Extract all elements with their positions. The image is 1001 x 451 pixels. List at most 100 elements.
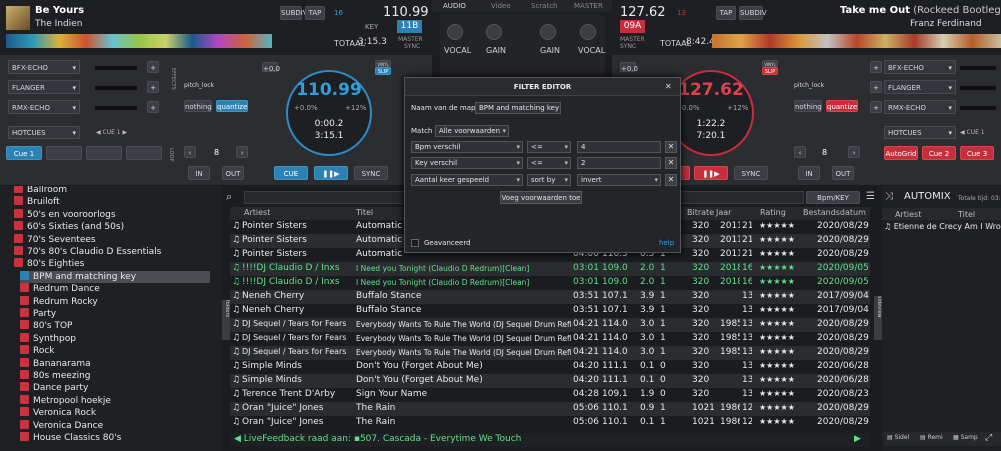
rule3-field-select[interactable]: Aantal keer gespeeld ▾ (411, 174, 523, 186)
rule2-field-select[interactable]: Key verschil ▾ (411, 157, 523, 169)
right-waveform[interactable] (712, 34, 1001, 48)
left-loop-out-button[interactable]: OUT (222, 166, 244, 180)
tree-item[interactable]: 80's Eighties (14, 258, 84, 270)
automix-tab-sampler[interactable]: ▦ Samp (953, 434, 978, 441)
left-hotcues-select[interactable]: HOTCUES ▾ (8, 126, 80, 139)
gain-right-knob[interactable] (540, 24, 556, 40)
livefeedback-next-icon[interactable]: ▶ (854, 434, 861, 444)
help-link[interactable]: help (659, 239, 674, 247)
bpm-key-button[interactable]: Bpm/KEY (806, 191, 860, 204)
name-input[interactable]: BPM and matching key (475, 102, 561, 114)
table-row[interactable]: ♫ Terence Trent D'Arby Sign Your Name 04:28… (230, 388, 870, 402)
tree-item[interactable]: 70's 80's Claudio D Essentials (14, 246, 161, 258)
tree-item[interactable]: Dance party (20, 382, 88, 394)
rule1-remove-button[interactable]: ✕ (665, 141, 677, 153)
col-rating[interactable]: Rating (760, 208, 786, 220)
tree-item[interactable]: Party (20, 308, 56, 320)
tree-item[interactable]: Synthpop (20, 332, 76, 345)
rule1-op-select[interactable]: <= ▾ (527, 141, 571, 153)
col-artist[interactable]: Artiest (244, 208, 270, 220)
tap-right-button[interactable]: TAP (716, 6, 736, 20)
right-pitch-reset-button[interactable]: +0.0 (620, 62, 638, 73)
left-cue-button[interactable]: CUE (274, 166, 308, 180)
right-cue2-pad[interactable]: Cue 2 (922, 146, 956, 160)
left-cue-pad-4[interactable] (126, 146, 162, 160)
tree-item[interactable]: House Classics 80's (20, 432, 121, 444)
automix-expand-icon[interactable]: ⤢ (985, 433, 992, 443)
table-row[interactable]: ♫ Simple Minds Don't You (Forget About Me)… (230, 374, 870, 388)
col-date[interactable]: Bestandsdatum (803, 208, 866, 220)
right-hotcues-select[interactable]: HOTCUES ▾ (884, 126, 956, 139)
right-cue3-pad[interactable]: Cue 3 (960, 146, 994, 160)
rule2-op-select[interactable]: <= ▾ (527, 157, 571, 169)
left-cue1-nav[interactable]: ◀ CUE 1 ▶ (96, 129, 127, 136)
right-loop-half-button[interactable]: ‹ (794, 146, 806, 158)
tree-item[interactable]: Veronica Dance (20, 419, 103, 432)
left-fx1-select[interactable]: BFX-ECHO ▾ (8, 60, 80, 74)
automix-tab-sidelist[interactable]: ▤ Sidel (887, 434, 909, 441)
table-row[interactable]: ♫ Oran "Juice" Jones The Rain 05:06 110.1 0.1… (230, 416, 870, 430)
tree-item[interactable]: Bananarama (20, 357, 91, 370)
rule1-value-input[interactable]: 4 (577, 141, 661, 153)
right-cue1-nav[interactable]: ◀ CUE 1 (960, 129, 985, 136)
table-row[interactable]: ♫ !!!!DJ Claudio D / Inxs I Need you Tonig… (230, 262, 870, 276)
tree-item[interactable]: Ballroom (14, 186, 67, 196)
left-slip-button[interactable]: SLIP (375, 67, 391, 75)
automix-col-artist[interactable]: Artiest (895, 210, 921, 219)
add-condition-button[interactable]: Voeg voorwaarden toe (500, 191, 582, 204)
right-loop-in-button[interactable]: IN (798, 166, 820, 180)
tab-video[interactable]: Video (491, 2, 511, 10)
rule2-value-input[interactable]: 2 (577, 157, 661, 169)
right-loop-out-button[interactable]: OUT (832, 166, 854, 180)
right-sync-button[interactable]: SYNC (734, 166, 768, 180)
right-slip-button[interactable]: SLIP (762, 67, 778, 75)
left-vinyl-button[interactable]: VINYL (375, 60, 391, 67)
left-fx1-slider[interactable] (95, 66, 137, 70)
tree-item[interactable]: Redrum Rocky (20, 295, 98, 308)
col-year[interactable]: Jaar (716, 208, 731, 220)
right-quantize-button[interactable]: quantize_setti... (826, 100, 858, 112)
folders-tab[interactable]: folders (222, 300, 230, 340)
subdiv-left-button[interactable]: SUBDIV (280, 6, 308, 20)
right-vinyl-button[interactable]: VINYL (762, 60, 778, 67)
tab-master[interactable]: MASTER (574, 2, 603, 10)
table-row[interactable]: ♫ Neneh Cherry Buffalo Stance 03:51 107.1 3.9… (230, 304, 870, 318)
automix-tab-remix[interactable]: ▤ Remi (920, 434, 943, 441)
left-waveform[interactable] (6, 34, 272, 48)
table-row[interactable]: ♫ DJ Sequel / Tears for Fears Everybody Wa… (230, 346, 870, 360)
table-row[interactable]: ♫ Simple Minds Don't You (Forget About Me)… (230, 360, 870, 374)
rule3-value-select[interactable]: invert ▾ (577, 174, 661, 186)
tree-item[interactable]: Rock (20, 345, 55, 357)
tree-item[interactable]: 60's Sixties (and 50s) (14, 221, 124, 233)
col-bitrate[interactable]: Bitrate (687, 208, 714, 220)
left-pitch-reset-button[interactable]: +0.0 (262, 62, 280, 73)
left-fx3-select[interactable]: RMX-ECHO ▾ (8, 100, 80, 114)
table-row[interactable]: ♫ Neneh Cherry Buffalo Stance 03:51 107.1 3.9… (230, 290, 870, 304)
right-loop-double-button[interactable]: › (848, 146, 860, 158)
left-fx3-plus[interactable]: + (147, 101, 159, 113)
rule3-remove-button[interactable]: ✕ (665, 174, 677, 186)
rule1-field-select[interactable]: Bpm verschil ▾ (411, 141, 523, 153)
right-autogrid-pad[interactable]: AutoGrid (884, 146, 918, 160)
table-row[interactable]: ♫ Oran "Juice" Jones The Rain 05:06 110.1 0.9… (230, 402, 870, 416)
right-fx3-slider[interactable] (960, 106, 996, 110)
left-cue-pad-1[interactable]: Cue 1 (6, 146, 42, 160)
list-menu-icon[interactable]: ☰ (866, 191, 875, 202)
left-play-button[interactable]: ❚❚▶ (314, 166, 348, 180)
tree-item[interactable]: Metropool hoekje (20, 394, 111, 407)
right-play-button[interactable]: ❚❚▶ (694, 166, 728, 180)
table-row[interactable]: ♫ DJ Sequel / Tears for Fears Everybody Wa… (230, 332, 870, 346)
right-fx2-slider[interactable] (960, 86, 996, 90)
vocal-left-knob[interactable] (447, 24, 463, 40)
left-fx3-slider[interactable] (95, 106, 137, 110)
tap-left-button[interactable]: TAP (305, 6, 325, 20)
right-fx1-plus[interactable]: + (870, 61, 882, 73)
tree-item[interactable]: Redrum Dance (20, 283, 100, 295)
automix-row[interactable]: ♫ Etienne de Crecy Am I Wrong (ra (884, 222, 1001, 231)
tree-item[interactable]: 80s meezing (20, 370, 91, 382)
rule3-op-select[interactable]: sort by ▾ (527, 174, 571, 186)
table-row[interactable]: ♫ !!!!DJ Claudio D / Inxs I Need you Tonig… (230, 276, 870, 290)
automix-col-title[interactable]: Titel (958, 210, 975, 219)
right-fx1-slider[interactable] (960, 66, 996, 70)
search-icon[interactable]: ⌕ (226, 190, 242, 204)
